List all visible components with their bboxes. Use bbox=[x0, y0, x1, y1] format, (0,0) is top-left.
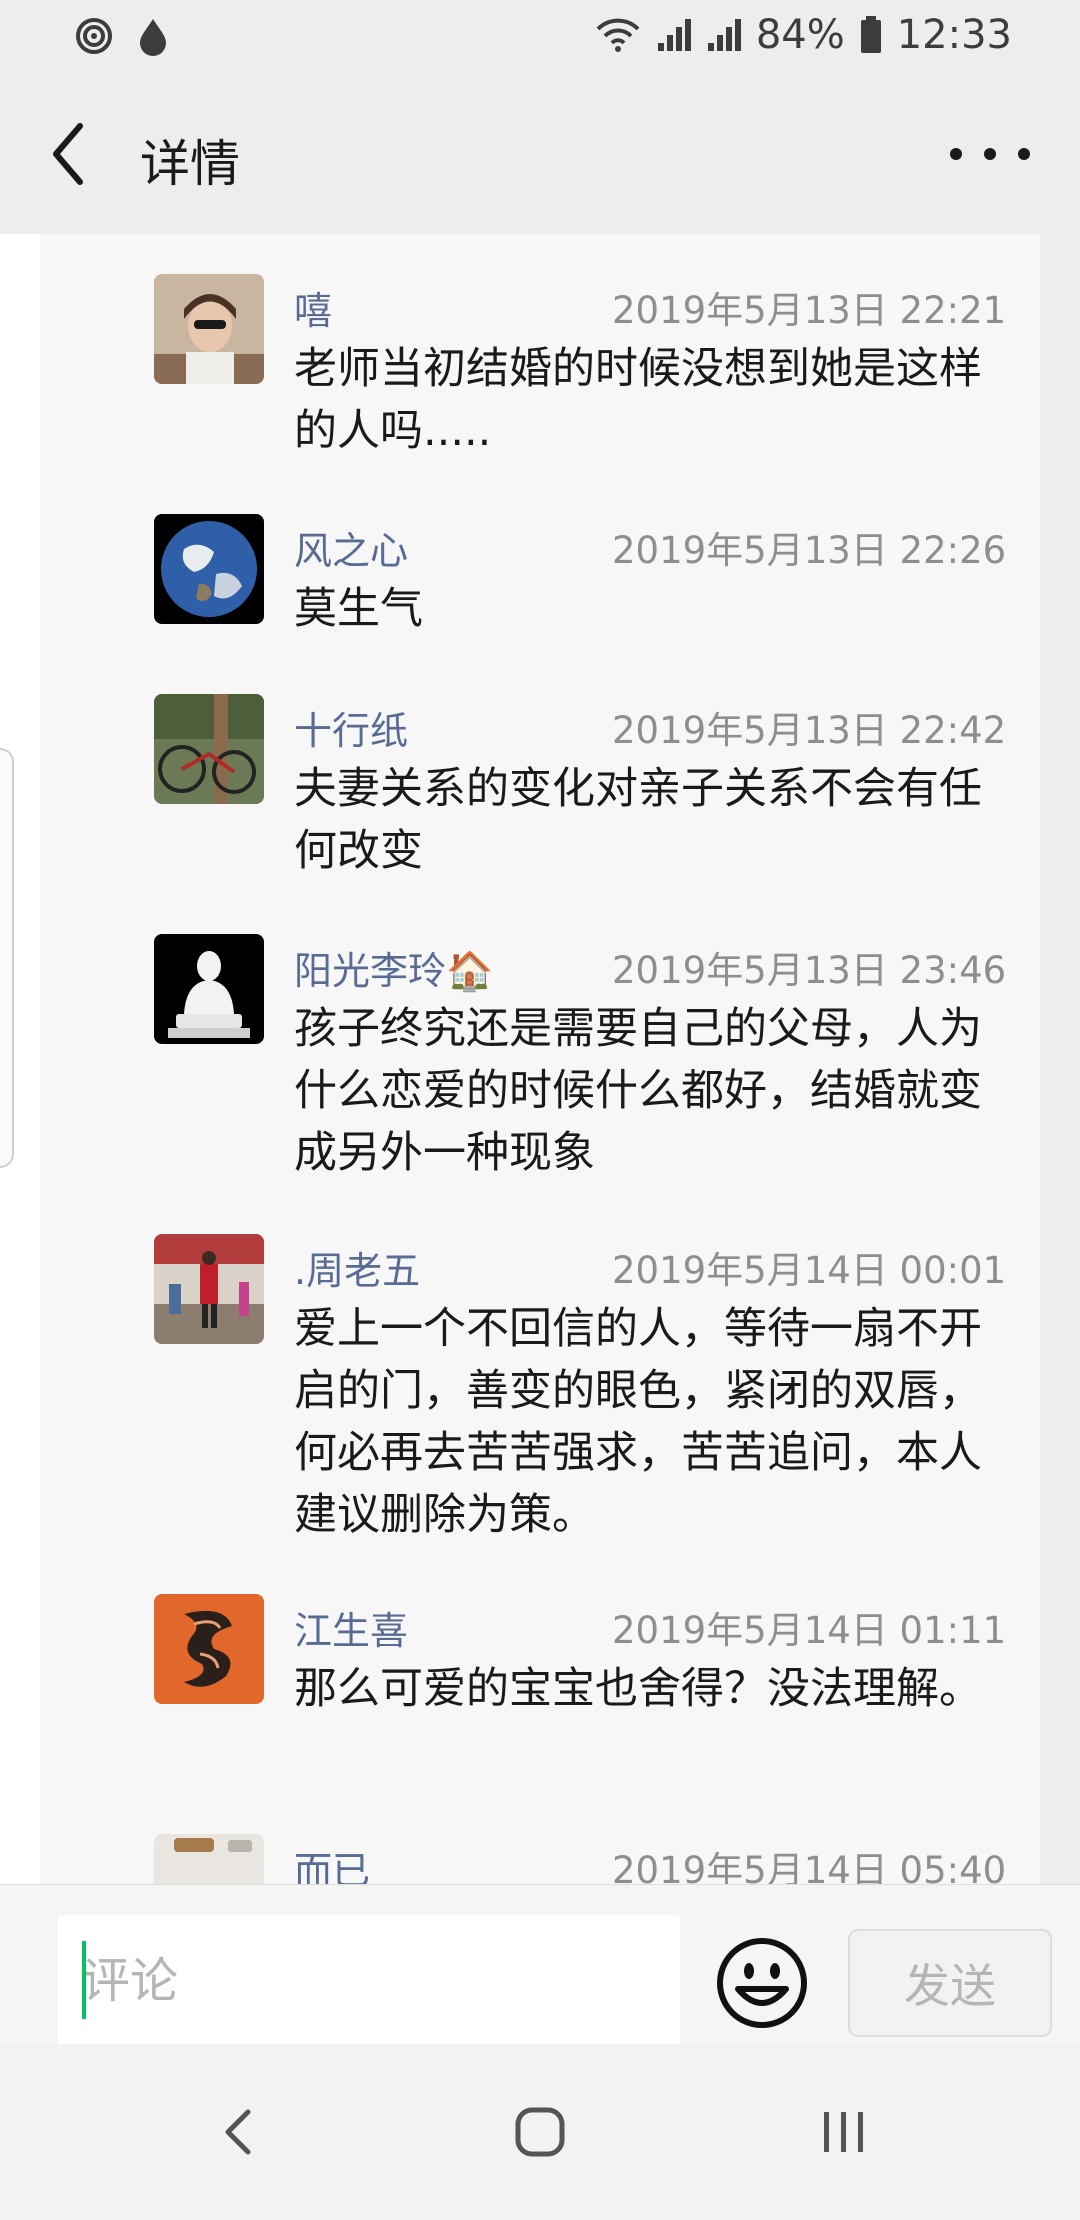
chevron-left-icon bbox=[53, 123, 83, 185]
avatar[interactable] bbox=[154, 514, 264, 624]
avatar[interactable] bbox=[154, 274, 264, 384]
comment-item: 阳光李玲🏠 2019年5月13日 23:46 孩子终究还是需要自己的父母，人为什… bbox=[154, 934, 1024, 1184]
comment-item: 风之心 2019年5月13日 22:26 莫生气 bbox=[154, 514, 1024, 644]
comment-text: 那么可爱的宝宝也舍得？没法理解。 bbox=[294, 1664, 982, 1714]
commenter-name[interactable]: 十行纸 bbox=[294, 700, 408, 755]
nav-home-button[interactable] bbox=[500, 2092, 580, 2172]
comment-time: 2019年5月13日 23:46 bbox=[612, 949, 1007, 992]
battery-percent: 84% bbox=[755, 12, 845, 58]
clock: 12:33 bbox=[896, 12, 1012, 58]
text-cursor bbox=[82, 1941, 86, 2019]
comment-time: 2019年5月14日 05:40 bbox=[612, 1849, 1007, 1884]
nav-home-icon bbox=[515, 2107, 565, 2157]
back-button[interactable] bbox=[40, 114, 100, 194]
nav-back-icon bbox=[225, 2109, 251, 2155]
comment-time: 2019年5月14日 01:11 bbox=[612, 1609, 1007, 1652]
send-button[interactable]: 发送 bbox=[848, 1929, 1052, 2037]
comment-item: 嘻 2019年5月13日 22:21 老师当初结婚的时候没想到她是这样的人吗..… bbox=[154, 274, 1024, 464]
comment-time: 2019年5月13日 22:21 bbox=[612, 289, 1007, 332]
commenter-name[interactable]: .周老五 bbox=[294, 1240, 420, 1295]
nav-recents-icon bbox=[824, 2112, 863, 2152]
comment-time: 2019年5月13日 22:42 bbox=[612, 709, 1007, 752]
avatar[interactable] bbox=[154, 694, 264, 804]
signal-icon bbox=[707, 19, 741, 51]
status-bar: 84% 12:33 bbox=[0, 0, 1080, 74]
more-button[interactable] bbox=[950, 122, 1030, 186]
comment-time: 2019年5月13日 22:26 bbox=[612, 529, 1007, 572]
avatar[interactable] bbox=[154, 1234, 264, 1344]
title-bar: 详情 bbox=[0, 74, 1080, 234]
smiley-emoji-icon bbox=[717, 1938, 807, 2028]
comment-text: 夫妻关系的变化对亲子关系不会有任何改变 bbox=[294, 764, 982, 876]
comment-time: 2019年5月14日 00:01 bbox=[612, 1249, 1007, 1292]
comment-input-bar: 发送 bbox=[0, 1884, 1080, 2047]
comment-item: 十行纸 2019年5月13日 22:42 夫妻关系的变化对亲子关系不会有任何改变 bbox=[154, 694, 1024, 884]
comment-text: 老师当初结婚的时候没想到她是这样的人吗..... bbox=[294, 344, 982, 456]
comment-item: .周老五 2019年5月14日 00:01 爱上一个不回信的人，等待一扇不开启的… bbox=[154, 1234, 1024, 1544]
commenter-name[interactable]: 江生喜 bbox=[294, 1600, 408, 1655]
more-dots-icon bbox=[950, 148, 962, 160]
comment-text: 孩子终究还是需要自己的父母，人为什么恋爱的时候什么都好，结婚就变成另外一种现象 bbox=[294, 1004, 982, 1178]
water-drop-icon bbox=[140, 19, 166, 56]
comment-input[interactable] bbox=[58, 1915, 680, 2047]
commenter-name[interactable]: 而已 bbox=[294, 1840, 370, 1884]
signal-icon bbox=[657, 19, 691, 51]
comment-list[interactable]: 嘻 2019年5月13日 22:21 老师当初结婚的时候没想到她是这样的人吗..… bbox=[40, 234, 1040, 1884]
avatar[interactable] bbox=[154, 1594, 264, 1704]
app-notification-icon bbox=[76, 18, 112, 54]
commenter-name[interactable]: 风之心 bbox=[294, 520, 408, 575]
avatar[interactable] bbox=[154, 934, 264, 1044]
left-panel-edge bbox=[0, 234, 40, 1884]
battery-icon bbox=[860, 16, 881, 53]
avatar[interactable] bbox=[154, 1834, 264, 1884]
comment-item: 而已 2019年5月14日 05:40 bbox=[154, 1834, 1024, 1884]
nav-recents-button[interactable] bbox=[804, 2092, 884, 2172]
nav-back-button[interactable] bbox=[200, 2092, 280, 2172]
page-title: 详情 bbox=[140, 135, 240, 193]
system-nav-bar bbox=[0, 2044, 1080, 2220]
commenter-name[interactable]: 嘻 bbox=[294, 280, 332, 335]
comment-text: 爱上一个不回信的人，等待一扇不开启的门，善变的眼色，紧闭的双唇，何必再去苦苦强求… bbox=[294, 1304, 982, 1540]
wifi-icon bbox=[596, 18, 640, 52]
comment-text: 莫生气 bbox=[294, 584, 423, 634]
commenter-name[interactable]: 阳光李玲🏠 bbox=[294, 940, 493, 995]
comment-item: 江生喜 2019年5月14日 01:11 那么可爱的宝宝也舍得？没法理解。 bbox=[154, 1594, 1024, 1784]
side-handle[interactable] bbox=[0, 748, 14, 1168]
emoji-button[interactable] bbox=[714, 1935, 810, 2031]
